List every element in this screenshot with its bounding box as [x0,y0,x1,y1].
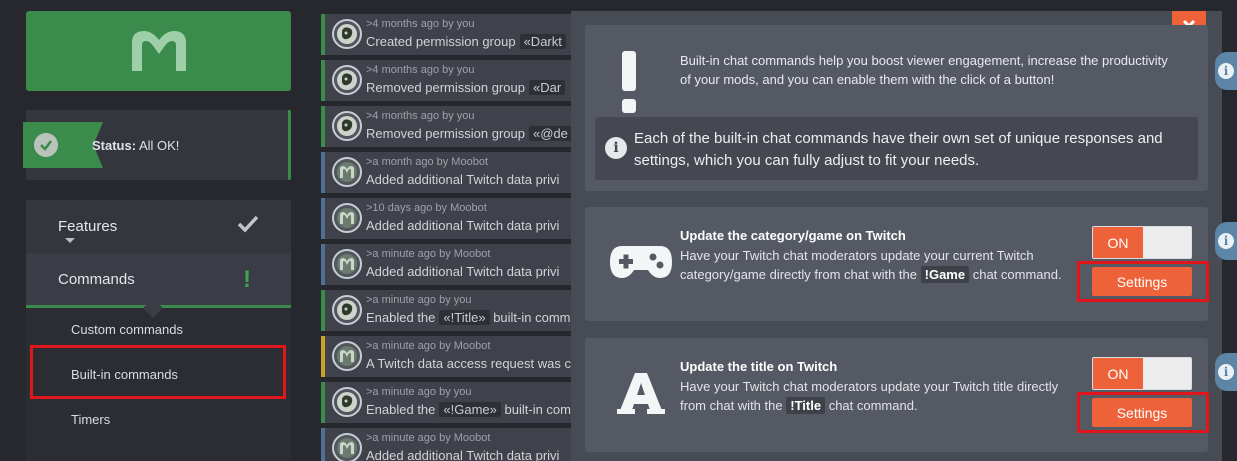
feed-item-message: Added additional Twitch data privi [366,218,560,233]
feed-item-message: Removed permission group [366,126,525,141]
feature-title: Update the category/game on Twitch [680,228,906,243]
feed-item-meta: >a minute ago by Moobot [366,432,491,444]
feed-item-text: A Twitch data access request was c [366,356,571,371]
highlight-box-settings-title [1077,392,1209,433]
feed-item-text: Enabled the «!Title» built-in comm [366,310,570,325]
nav-commands-label: Commands [58,271,135,288]
feature-description-tail: chat command. [972,267,1062,282]
nav-features-label: Features [58,218,118,235]
info-note: i Each of the built-in chat commands hav… [595,117,1198,180]
feed-item-message: Created permission group [366,34,516,49]
status-text: Status: All OK! [92,138,179,153]
feed-item-message: Enabled the [366,310,436,325]
feed-item-meta: >4 months ago by you [366,18,475,30]
user-avatar-icon [332,295,362,325]
nav-features[interactable]: Features [26,200,291,253]
info-icon: i [605,137,627,159]
sidebar-item-custom-commands[interactable]: Custom commands [71,322,183,337]
feed-item-tail: built-in comm [493,310,571,325]
feed-item-meta: >a month ago by Moobot [366,156,488,168]
enable-toggle-title[interactable]: ON [1092,357,1192,390]
feed-item-text: Added additional Twitch data privi [366,172,559,187]
chevron-down-icon [65,238,75,243]
feed-item-text: Enabled the «!Game» built-in com [366,402,571,417]
moobot-avatar-icon [332,249,362,279]
feed-item-meta: >a minute ago by you [366,386,472,398]
user-avatar-icon [332,65,362,95]
exclamation-icon: ! [243,266,251,293]
feed-item-meta: >a minute ago by Moobot [366,340,491,352]
feed-item-code: «@de [528,126,572,141]
feature-description: Have your Twitch chat moderators update … [680,246,1070,284]
info-tab-intro[interactable]: i [1215,52,1237,90]
toggle-on-label: ON [1093,358,1143,389]
moobot-avatar-icon [332,203,362,233]
feed-item-code: «Dar [528,80,566,95]
info-icon: i [1218,364,1234,380]
feature-title: Update the title on Twitch [680,359,838,374]
feed-item-text: Created permission group «Darkt [366,34,566,49]
info-icon: i [1218,63,1234,79]
status-panel: Status: All OK! [23,110,291,180]
moobot-avatar-icon [332,157,362,187]
feed-item-message: Enabled the [366,402,436,417]
feed-item-message: Removed permission group [366,80,525,95]
highlight-box-settings-game [1077,261,1209,302]
sidebar-nav: Features Commands ! Custom commands Buil… [26,200,291,461]
feature-description: Have your Twitch chat moderators update … [680,377,1070,415]
nav-commands[interactable]: Commands ! [26,253,291,318]
highlight-box-built-in-commands [30,345,286,399]
command-badge: !Game [920,266,970,283]
feed-item-meta: >a minute ago by Moobot [366,248,491,260]
intro-text: Built-in chat commands help you boost vi… [680,53,1168,87]
feature-card-game: Update the category/game on Twitch Have … [585,207,1209,321]
toggle-on-label: ON [1093,227,1143,258]
info-tab-game[interactable]: i [1215,222,1237,260]
check-circle-icon [34,133,58,157]
info-note-text: Each of the built-in chat commands have … [634,130,1163,169]
feed-item-message: Added additional Twitch data privi [366,448,560,461]
feed-item-text: Removed permission group «@de [366,126,572,141]
sidebar-item-timers[interactable]: Timers [71,412,110,427]
built-in-commands-modal: Built-in chat commands help you boost vi… [571,11,1222,461]
info-tab-title[interactable]: i [1215,353,1237,391]
intro-card: Built-in chat commands help you boost vi… [585,25,1208,191]
feed-item-message: Added additional Twitch data privi [366,172,560,187]
feed-item-code: «!Game» [439,402,501,417]
letter-a-icon [601,358,681,428]
feed-item-text: Added additional Twitch data privi [366,264,559,279]
feed-item-text: Added additional Twitch data privi [366,448,559,461]
feed-item-meta: >4 months ago by you [366,110,475,122]
feed-item-message: Added additional Twitch data privi [366,264,560,279]
user-avatar-icon [332,19,362,49]
feature-description-tail: chat command. [828,398,918,413]
feed-item-meta: >10 days ago by Moobot [366,202,487,214]
feed-item-code: «Darkt [519,34,566,49]
feed-item-meta: >a minute ago by you [366,294,472,306]
feature-card-title: Update the title on Twitch Have your Twi… [585,338,1209,452]
moobot-logo[interactable] [26,11,291,91]
feed-item-text: Added additional Twitch data privi [366,218,559,233]
feed-item-text: Removed permission group «Dar [366,80,566,95]
moobot-avatar-icon [332,341,362,371]
moobot-logo-icon [131,31,186,71]
active-indicator [143,298,163,318]
status-value: All OK! [138,138,180,153]
feed-item-tail: built-in com [504,402,571,417]
gamepad-icon [601,227,681,297]
checkmark-icon [237,214,259,239]
moobot-avatar-icon [332,433,362,461]
feed-item-code: «!Title» [439,310,490,325]
enable-toggle-game[interactable]: ON [1092,226,1192,259]
exclamation-icon [619,51,639,120]
command-badge: !Title [786,397,826,414]
status-flag [23,122,103,168]
feed-item-meta: >4 months ago by you [366,64,475,76]
user-avatar-icon [332,111,362,141]
user-avatar-icon [332,387,362,417]
info-icon: i [1218,233,1234,249]
feed-item-message: A Twitch data access request was c [366,356,571,371]
status-label: Status: [92,138,137,153]
